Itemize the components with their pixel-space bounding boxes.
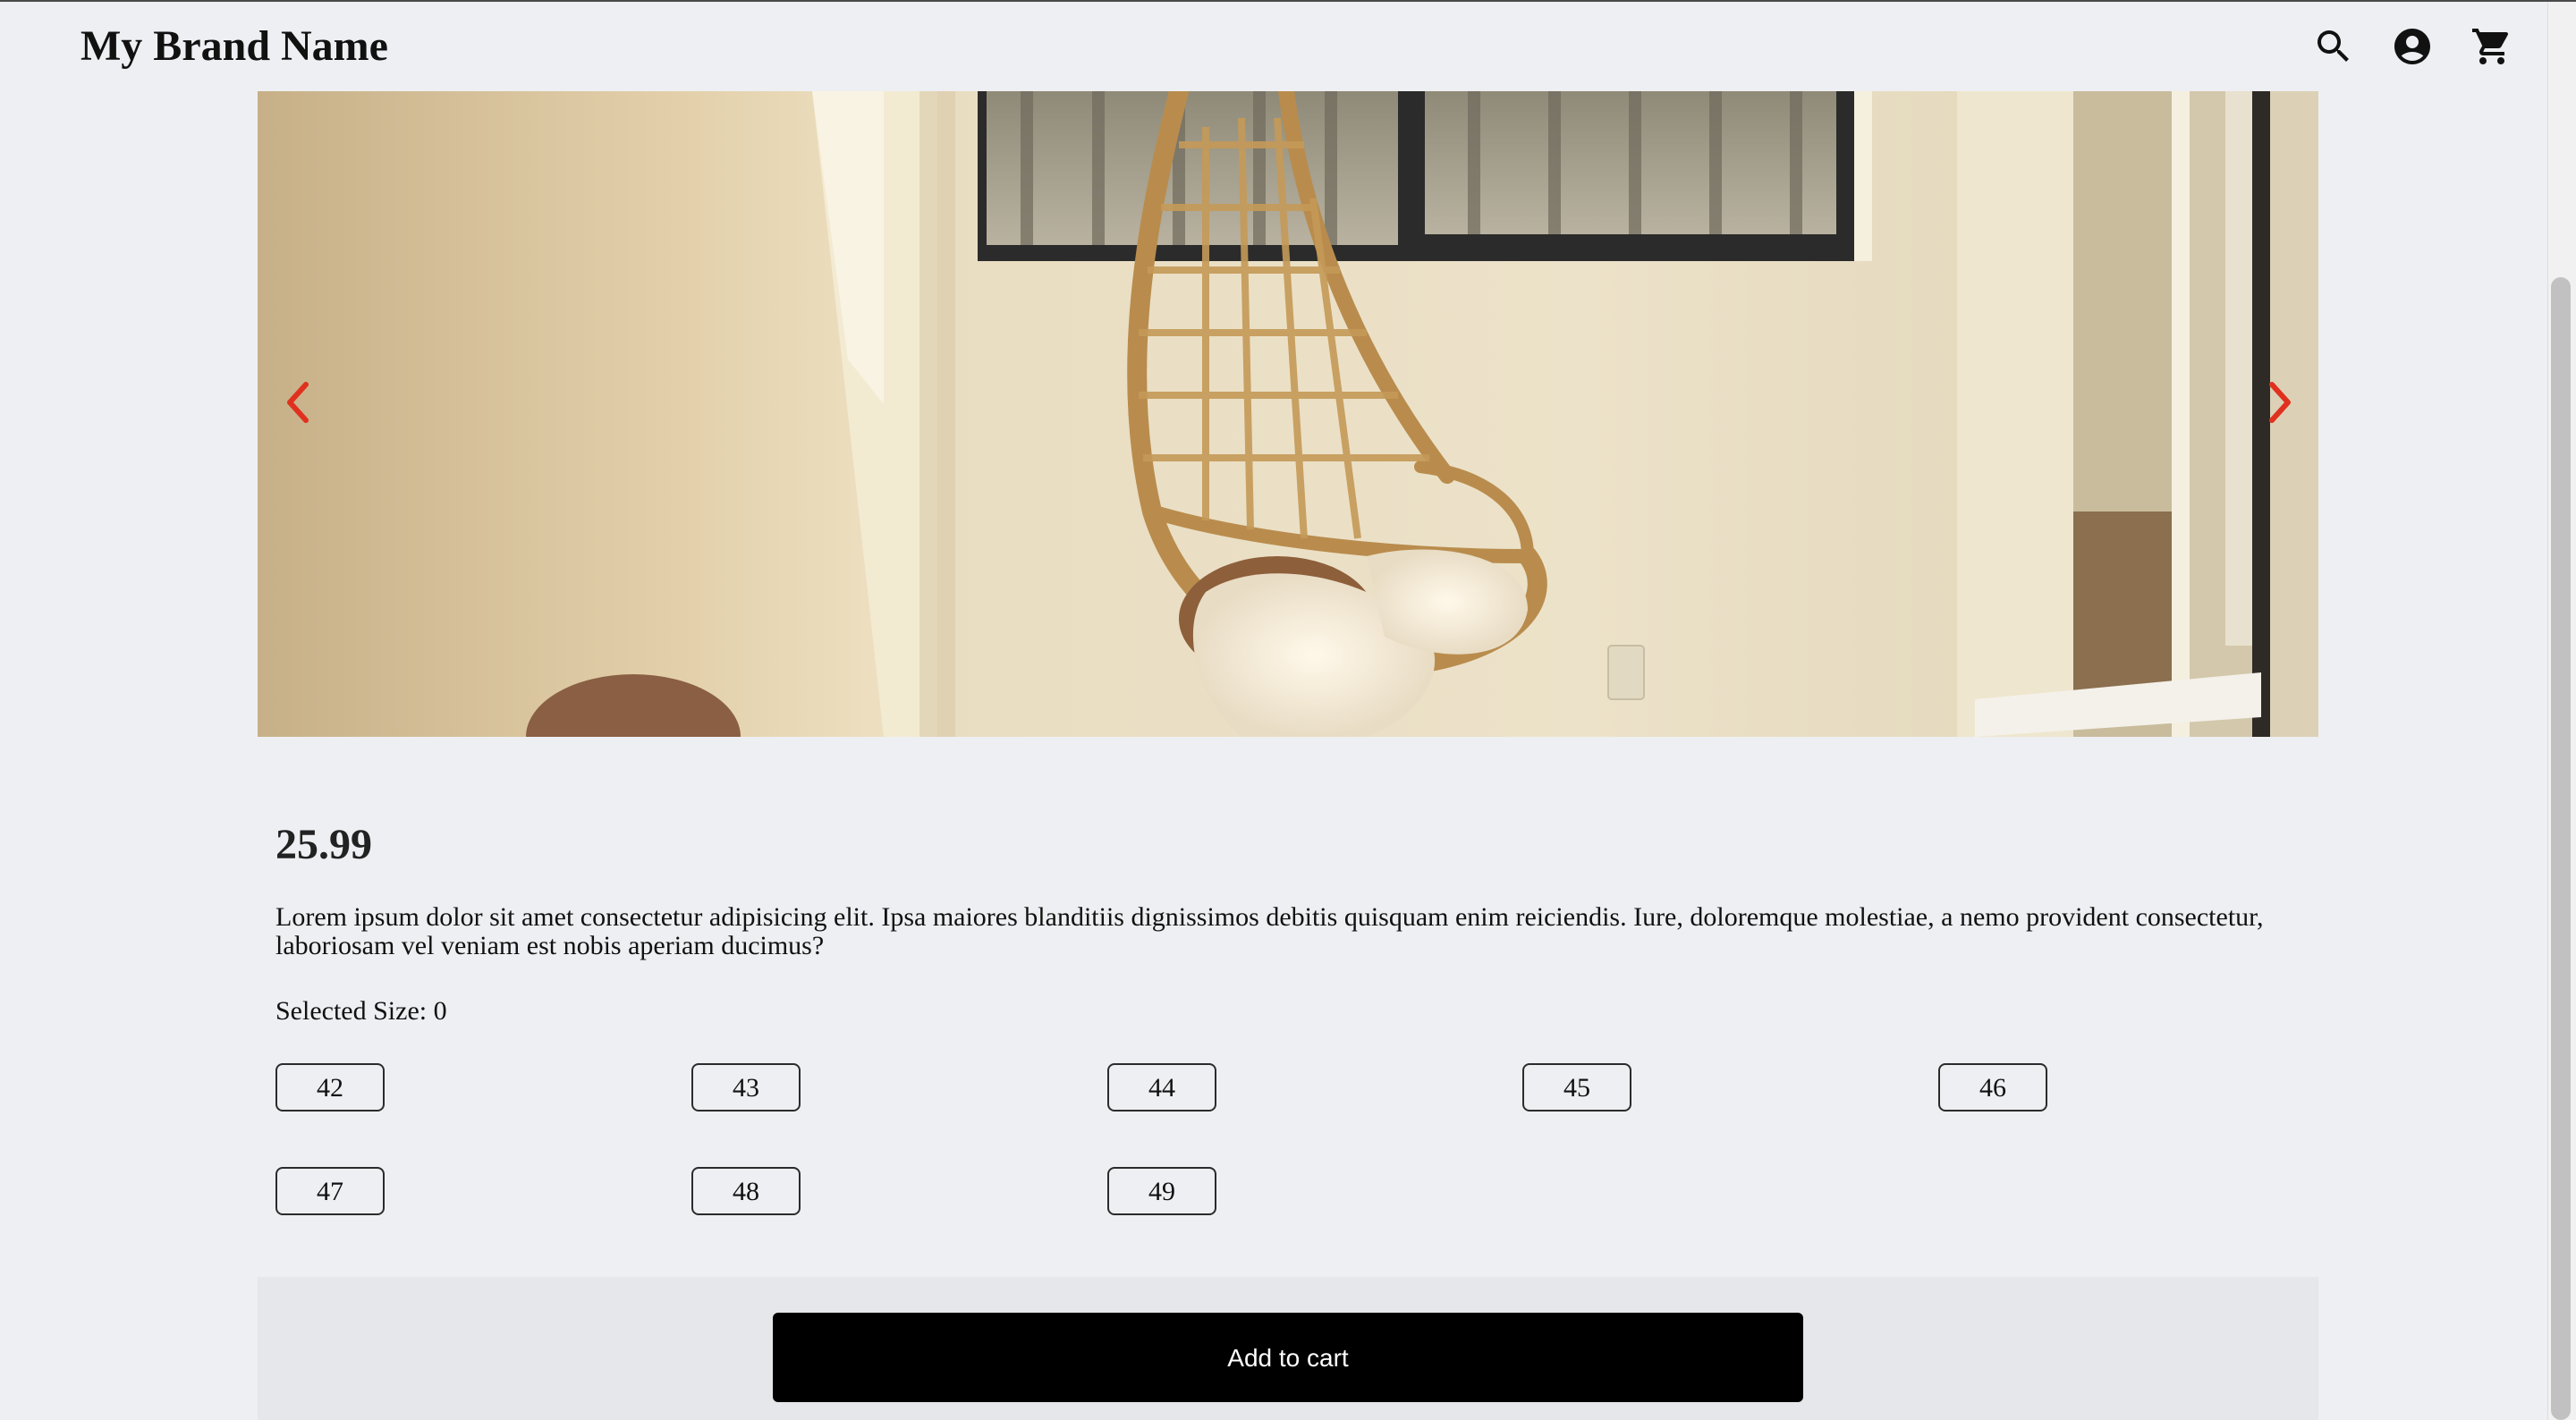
size-option-45[interactable]: 45 [1522,1063,1631,1111]
size-option-49[interactable]: 49 [1107,1167,1216,1215]
selected-size-label: Selected Size: 0 [275,996,447,1026]
scrollbar-thumb[interactable] [2551,277,2571,1420]
navbar: My Brand Name [0,2,2576,91]
size-option-47[interactable]: 47 [275,1167,385,1215]
product-image-carousel[interactable] [258,91,2318,737]
size-option-48[interactable]: 48 [691,1167,801,1215]
product-image-hanging-chair [258,91,2318,737]
chevron-left-icon [287,382,309,423]
add-to-cart-button[interactable]: Add to cart [773,1313,1803,1402]
chevron-right-icon [2269,382,2291,423]
carousel-prev-button[interactable] [277,376,320,429]
product-description: Lorem ipsum dolor sit amet consectetur a… [275,902,2264,960]
size-option-46[interactable]: 46 [1938,1063,2047,1111]
size-option-44[interactable]: 44 [1107,1063,1216,1111]
brand-name[interactable]: My Brand Name [80,20,388,73]
size-option-43[interactable]: 43 [691,1063,801,1111]
account-icon[interactable] [2391,25,2434,68]
size-option-42[interactable]: 42 [275,1063,385,1111]
search-icon[interactable] [2312,25,2355,68]
carousel-next-button[interactable] [2258,376,2301,429]
product-price: 25.99 [275,821,372,868]
cart-icon[interactable] [2470,25,2513,68]
